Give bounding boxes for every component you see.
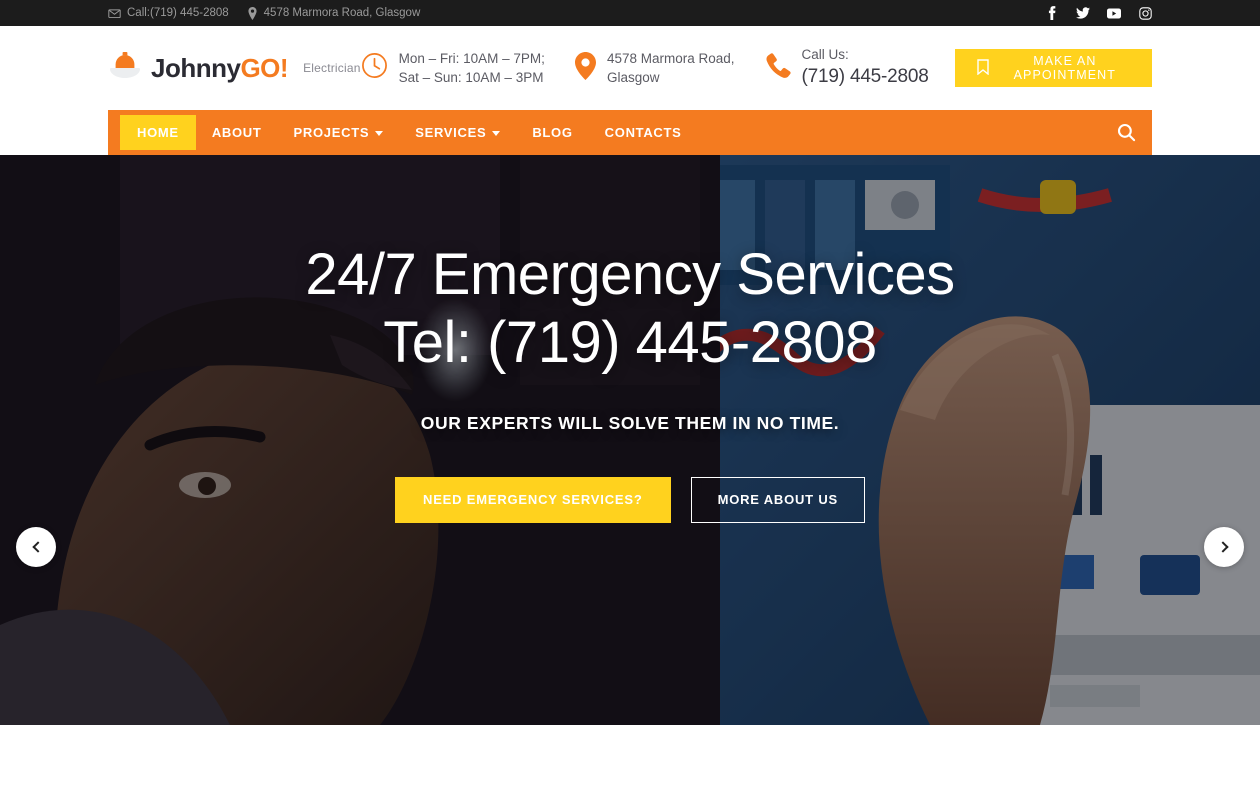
header-phone-label: Call Us: — [801, 46, 849, 62]
nav-item-label: CONTACTS — [604, 125, 682, 140]
header-address-line2: Glasgow — [606, 70, 660, 85]
nav-item-services[interactable]: SERVICES — [399, 110, 516, 155]
top-bar-contact-group: Call:(719) 445-2808 4578 Marmora Road, G… — [108, 6, 421, 20]
top-bar-address-text: 4578 Marmora Road, Glasgow — [263, 7, 421, 19]
top-bar-phone-text: Call:(719) 445-2808 — [127, 7, 229, 19]
nav-item-projects[interactable]: PROJECTS — [278, 110, 400, 155]
nav-item-label: PROJECTS — [293, 125, 370, 140]
nav-item-label: HOME — [137, 125, 179, 140]
hero-slider: 24/7 Emergency Services Tel: (719) 445-2… — [0, 155, 1260, 725]
more-about-us-button[interactable]: MORE ABOUT US — [690, 476, 865, 523]
header-hours-text: Mon – Fri: 10AM – 7PM; Sat – Sun: 10AM –… — [399, 49, 545, 87]
header-address-line1: 4578 Marmora Road, — [606, 50, 735, 66]
chevron-left-icon — [31, 541, 44, 553]
nav-item-label: SERVICES — [415, 125, 487, 140]
header-hours-line2: Sat – Sun: 10AM – 3PM — [398, 70, 544, 85]
chevron-right-icon — [1216, 541, 1229, 553]
make-appointment-button[interactable]: MAKE AN APPOINTMENT — [954, 49, 1152, 87]
map-pin-icon — [574, 51, 596, 85]
header-hours-line1: Mon – Fri: 10AM – 7PM; — [398, 50, 545, 66]
nav-items: HOME ABOUT PROJECTS SERVICES BLOG CONTAC… — [108, 110, 698, 155]
twitter-icon[interactable] — [1076, 6, 1090, 20]
instagram-icon[interactable] — [1138, 6, 1152, 20]
logo-name: Johnny — [151, 52, 241, 83]
hard-hat-icon — [108, 51, 142, 86]
hero-heading-line2: Tel: (719) 445-2808 — [383, 309, 877, 375]
nav-item-home[interactable]: HOME — [120, 115, 196, 150]
site-header: JohnnyGO! Electrician Mon – Fri: 10AM – … — [0, 26, 1260, 110]
nav-item-about[interactable]: ABOUT — [196, 110, 278, 155]
header-phone-text: Call Us: (719) 445-2808 — [802, 45, 929, 91]
header-address-text: 4578 Marmora Road, Glasgow — [607, 49, 735, 87]
logo-text: JohnnyGO! — [151, 52, 289, 84]
hero-subheading: OUR EXPERTS WILL SOLVE THEM IN NO TIME. — [420, 412, 840, 433]
phone-icon — [765, 52, 791, 84]
clock-icon — [361, 52, 388, 84]
nav-wrapper: HOME ABOUT PROJECTS SERVICES BLOG CONTAC… — [0, 110, 1260, 155]
social-links — [1045, 6, 1152, 20]
map-pin-icon — [247, 6, 258, 20]
header-address: 4578 Marmora Road, Glasgow — [574, 49, 735, 87]
nav-item-label: ABOUT — [211, 125, 262, 140]
slider-prev-button[interactable] — [16, 527, 56, 567]
logo[interactable]: JohnnyGO! Electrician — [108, 51, 361, 86]
top-bar-phone[interactable]: Call:(719) 445-2808 — [108, 7, 229, 20]
header-info-group: Mon – Fri: 10AM – 7PM; Sat – Sun: 10AM –… — [361, 45, 929, 91]
envelope-icon — [108, 7, 121, 20]
need-emergency-services-button[interactable]: NEED EMERGENCY SERVICES? — [395, 476, 671, 523]
nav-item-contacts[interactable]: CONTACTS — [589, 110, 698, 155]
youtube-icon[interactable] — [1107, 6, 1121, 20]
top-bar: Call:(719) 445-2808 4578 Marmora Road, G… — [0, 0, 1260, 26]
search-icon[interactable] — [1117, 123, 1136, 142]
nav-item-blog[interactable]: BLOG — [516, 110, 588, 155]
main-nav: HOME ABOUT PROJECTS SERVICES BLOG CONTAC… — [108, 110, 1152, 155]
top-bar-address[interactable]: 4578 Marmora Road, Glasgow — [247, 6, 421, 20]
make-appointment-label: MAKE AN APPOINTMENT — [1013, 54, 1117, 82]
logo-name-accent: GO! — [240, 52, 289, 83]
header-phone[interactable]: Call Us: (719) 445-2808 — [765, 45, 929, 91]
hero-heading-line1: 24/7 Emergency Services — [305, 242, 955, 307]
header-hours: Mon – Fri: 10AM – 7PM; Sat – Sun: 10AM –… — [361, 49, 545, 87]
facebook-icon[interactable] — [1045, 6, 1059, 20]
logo-tagline: Electrician — [303, 61, 361, 75]
bookmark-icon — [976, 58, 989, 78]
hero-content: 24/7 Emergency Services Tel: (719) 445-2… — [0, 241, 1260, 523]
chevron-down-icon — [375, 131, 384, 136]
nav-item-label: BLOG — [532, 125, 573, 140]
chevron-down-icon — [492, 131, 501, 136]
hero-heading: 24/7 Emergency Services Tel: (719) 445-2… — [0, 241, 1260, 377]
hero-buttons: NEED EMERGENCY SERVICES? MORE ABOUT US — [0, 476, 1260, 523]
header-phone-number: (719) 445-2808 — [801, 66, 929, 88]
slider-next-button[interactable] — [1204, 527, 1244, 567]
